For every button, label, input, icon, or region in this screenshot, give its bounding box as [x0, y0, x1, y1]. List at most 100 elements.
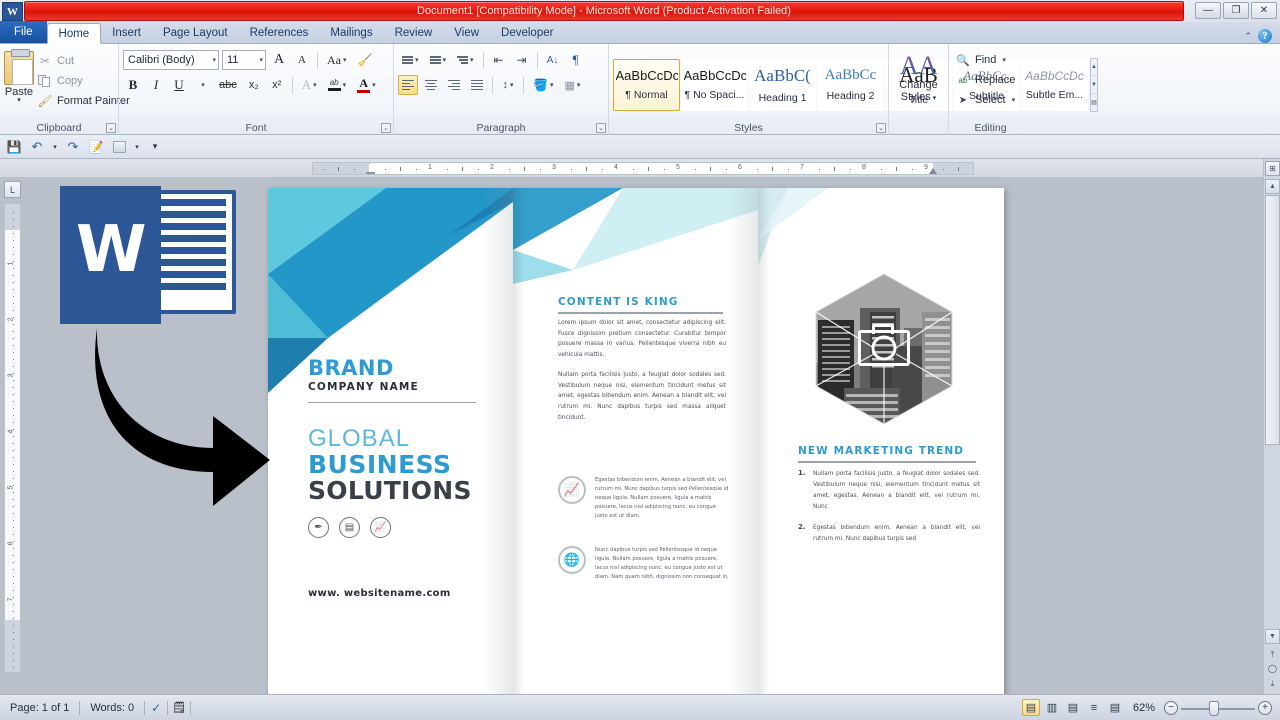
- word-count[interactable]: Words: 0: [80, 699, 144, 717]
- font-color-button[interactable]: A ▾: [353, 75, 380, 95]
- previous-page-button[interactable]: ⤒: [1266, 648, 1279, 661]
- clear-formatting-button[interactable]: 🧹: [354, 50, 377, 70]
- select-browse-object-icon[interactable]: ⊞: [1265, 161, 1280, 176]
- word-logo-icon[interactable]: W: [2, 2, 23, 21]
- bold-button[interactable]: B: [123, 75, 143, 95]
- borders-button[interactable]: ▦▾: [560, 75, 584, 95]
- scrollbar-thumb[interactable]: [1265, 195, 1280, 445]
- underline-button[interactable]: U: [169, 75, 189, 95]
- tab-home[interactable]: Home: [47, 23, 102, 44]
- styles-scroll[interactable]: ▲ ▼ ▤: [1090, 58, 1098, 112]
- customize-qat-icon[interactable]: ▾: [146, 138, 164, 156]
- numbering-button[interactable]: ▾: [426, 50, 451, 70]
- tab-file[interactable]: File: [0, 21, 47, 43]
- redo-icon[interactable]: ↷: [64, 138, 82, 156]
- superscript-button[interactable]: x²: [267, 75, 287, 95]
- bullets-button[interactable]: ▾: [398, 50, 423, 70]
- zoom-out-button[interactable]: −: [1164, 701, 1178, 715]
- save-icon[interactable]: 💾: [5, 138, 23, 156]
- underline-dropdown[interactable]: ▾: [192, 75, 212, 95]
- tab-review[interactable]: Review: [384, 22, 444, 43]
- change-case-button[interactable]: Aa▾: [323, 50, 351, 70]
- multilevel-list-button[interactable]: ▾: [453, 50, 478, 70]
- quick-print-icon[interactable]: 📝: [87, 138, 105, 156]
- style-chevron-down-icon[interactable]: ▾: [133, 138, 141, 156]
- styles-scroll-down[interactable]: ▼: [1091, 76, 1097, 94]
- clipboard-dialog-launcher[interactable]: ⌄: [106, 123, 116, 133]
- horizontal-ruler-track[interactable]: 12345678910: [312, 162, 974, 175]
- text-highlight-button[interactable]: ab ▾: [324, 75, 351, 95]
- right-indent-marker[interactable]: [929, 162, 938, 175]
- zoom-in-button[interactable]: +: [1258, 701, 1272, 715]
- shading-button[interactable]: 🪣▾: [529, 75, 557, 95]
- style-no-spacing[interactable]: AaBbCcDc ¶ No Spaci...: [681, 59, 748, 111]
- page-indicator[interactable]: Page: 1 of 1: [0, 699, 79, 717]
- tab-developer[interactable]: Developer: [490, 22, 564, 43]
- view-print-layout-button[interactable]: ▤: [1022, 699, 1040, 716]
- justify-button[interactable]: [467, 75, 487, 95]
- next-page-button[interactable]: ⤓: [1266, 677, 1279, 690]
- find-button[interactable]: 🔍 Find ▾: [953, 50, 1008, 70]
- style-box-icon[interactable]: [110, 138, 128, 156]
- style-normal[interactable]: AaBbCcDc ¶ Normal: [613, 59, 680, 111]
- indent-marker[interactable]: [366, 162, 375, 175]
- styles-more[interactable]: ▤: [1091, 94, 1097, 111]
- help-icon[interactable]: ?: [1258, 29, 1272, 43]
- view-web-layout-button[interactable]: ▤: [1064, 699, 1082, 716]
- align-right-button[interactable]: [444, 75, 464, 95]
- line-spacing-button[interactable]: ↕▾: [498, 75, 518, 95]
- styles-dialog-launcher[interactable]: ⌄: [876, 123, 886, 133]
- font-name-combo[interactable]: Calibri (Body) ▾: [123, 50, 219, 70]
- text-effects-button[interactable]: A▾: [298, 75, 321, 95]
- chevron-down-icon[interactable]: ▾: [17, 98, 21, 104]
- undo-chevron-down-icon[interactable]: ▾: [51, 138, 59, 156]
- view-outline-button[interactable]: ≡: [1085, 699, 1103, 716]
- align-center-button[interactable]: [421, 75, 441, 95]
- scroll-down-button[interactable]: ▼: [1265, 629, 1280, 644]
- language-icon[interactable]: 🗒: [168, 701, 190, 714]
- minimize-button[interactable]: —: [1195, 2, 1221, 19]
- subscript-button[interactable]: x₂: [244, 75, 264, 95]
- close-button[interactable]: ✕: [1251, 2, 1277, 19]
- browse-object-button[interactable]: ◯: [1266, 662, 1279, 675]
- styles-scroll-up[interactable]: ▲: [1091, 59, 1097, 77]
- select-button[interactable]: ➤ Select ▾: [953, 90, 1017, 110]
- decrease-indent-button[interactable]: ⇤: [489, 50, 509, 70]
- collapse-ribbon-icon[interactable]: ⌃: [1244, 31, 1252, 42]
- change-styles-button[interactable]: Change Styles ▾: [899, 79, 938, 105]
- tab-mailings[interactable]: Mailings: [319, 22, 383, 43]
- style-heading-1[interactable]: AaBbC( Heading 1: [749, 59, 816, 111]
- undo-icon[interactable]: ↶: [28, 138, 46, 156]
- tab-references[interactable]: References: [239, 22, 320, 43]
- grow-font-button[interactable]: A: [269, 50, 289, 70]
- zoom-slider-thumb[interactable]: [1209, 701, 1219, 716]
- horizontal-ruler[interactable]: 12345678910: [0, 159, 1280, 177]
- style-heading-2[interactable]: AaBbCc Heading 2: [817, 59, 884, 111]
- shrink-font-button[interactable]: A: [292, 50, 312, 70]
- tab-stop-selector[interactable]: L: [4, 181, 21, 198]
- scroll-up-button[interactable]: ▲: [1265, 179, 1280, 194]
- increase-indent-button[interactable]: ⇥: [512, 50, 532, 70]
- replace-button[interactable]: ab Replace: [953, 70, 1017, 90]
- font-size-combo[interactable]: 11 ▾: [222, 50, 266, 70]
- paragraph-dialog-launcher[interactable]: ⌄: [596, 123, 606, 133]
- show-formatting-marks-button[interactable]: ¶: [566, 50, 586, 70]
- restore-button[interactable]: ❐: [1223, 2, 1249, 19]
- vertical-scrollbar[interactable]: ⊞ ▲ ▼ ⤒ ◯ ⤓: [1263, 159, 1280, 694]
- change-styles-icon[interactable]: AA: [900, 53, 938, 79]
- tab-insert[interactable]: Insert: [101, 22, 152, 43]
- vertical-ruler[interactable]: 1234567: [4, 203, 21, 673]
- document-page[interactable]: BRAND COMPANY NAME GLOBAL BUSINESS SOLUT…: [268, 188, 1004, 720]
- align-left-button[interactable]: [398, 75, 418, 95]
- paste-button[interactable]: Paste ▾: [4, 49, 34, 104]
- view-draft-button[interactable]: ▤: [1106, 699, 1124, 716]
- strikethrough-button[interactable]: abc: [215, 75, 241, 95]
- spell-check-icon[interactable]: ✓: [145, 701, 167, 715]
- view-full-screen-reading-button[interactable]: ▥: [1043, 699, 1061, 716]
- tab-page-layout[interactable]: Page Layout: [152, 22, 239, 43]
- zoom-slider[interactable]: [1181, 701, 1255, 715]
- font-dialog-launcher[interactable]: ⌄: [381, 123, 391, 133]
- sort-button[interactable]: A↓: [543, 50, 563, 70]
- zoom-level[interactable]: 62%: [1127, 702, 1161, 714]
- italic-button[interactable]: I: [146, 75, 166, 95]
